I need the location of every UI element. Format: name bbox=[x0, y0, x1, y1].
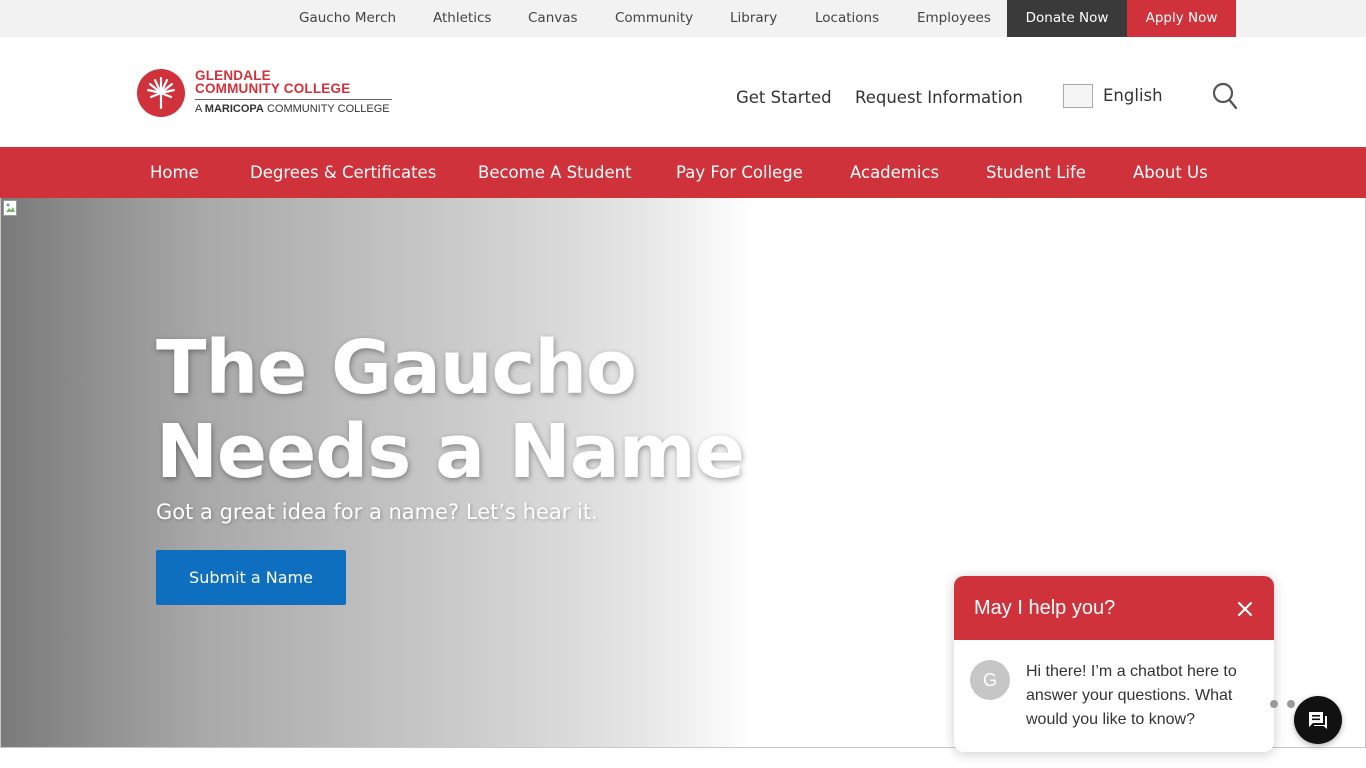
nav-item-student-life[interactable]: Student Life bbox=[986, 147, 1086, 198]
logo-line-2: COMMUNITY COLLEGE bbox=[195, 81, 351, 96]
apply-button[interactable]: Apply Now bbox=[1127, 0, 1236, 37]
chat-header: May I help you? bbox=[954, 576, 1274, 640]
main-nav: Home Degrees & Certificates Become A Stu… bbox=[0, 147, 1366, 198]
logo-line-3: A MARICOPA COMMUNITY COLLEGE bbox=[195, 103, 390, 115]
college-logo[interactable]: GLENDALE COMMUNITY COLLEGE A MARICOPA CO… bbox=[137, 68, 397, 118]
submit-a-name-button[interactable]: Submit a Name bbox=[156, 550, 346, 605]
logo-divider bbox=[195, 99, 392, 100]
chat-title: May I help you? bbox=[974, 597, 1116, 619]
request-information-link[interactable]: Request Information bbox=[855, 88, 1023, 107]
broken-image-icon bbox=[3, 200, 19, 216]
language-flag-icon[interactable] bbox=[1063, 84, 1093, 108]
nav-item-become-a-student[interactable]: Become A Student bbox=[478, 147, 632, 198]
chatbot-avatar: G bbox=[970, 660, 1010, 700]
hero-subtitle: Got a great idea for a name? Let’s hear … bbox=[156, 500, 598, 524]
typing-dots-icon bbox=[1268, 700, 1298, 710]
nav-item-home[interactable]: Home bbox=[150, 147, 199, 198]
site-header: GLENDALE COMMUNITY COLLEGE A MARICOPA CO… bbox=[0, 37, 1366, 147]
language-selector[interactable]: English bbox=[1103, 86, 1163, 105]
chat-widget: May I help you? G Hi there! I’m a chatbo… bbox=[954, 576, 1274, 752]
donate-button[interactable]: Donate Now bbox=[1007, 0, 1127, 37]
utility-link-library[interactable]: Library bbox=[730, 0, 777, 37]
nav-item-pay-for-college[interactable]: Pay For College bbox=[676, 147, 803, 198]
chat-message: Hi there! I’m a chatbot here to answer y… bbox=[1026, 663, 1237, 728]
utility-link-gaucho-merch[interactable]: Gaucho Merch bbox=[299, 0, 396, 37]
utility-link-community[interactable]: Community bbox=[615, 0, 693, 37]
utility-link-locations[interactable]: Locations bbox=[815, 0, 879, 37]
chat-bubble-icon[interactable] bbox=[1294, 696, 1342, 744]
utility-link-employees[interactable]: Employees bbox=[917, 0, 991, 37]
search-icon[interactable] bbox=[1212, 82, 1238, 110]
close-icon[interactable] bbox=[1236, 600, 1254, 618]
utility-link-athletics[interactable]: Athletics bbox=[433, 0, 491, 37]
nav-item-about-us[interactable]: About Us bbox=[1133, 147, 1208, 198]
nav-item-academics[interactable]: Academics bbox=[850, 147, 939, 198]
nav-item-degrees-certificates[interactable]: Degrees & Certificates bbox=[250, 147, 436, 198]
hero-title: The Gaucho Needs a Name bbox=[156, 325, 745, 495]
utility-bar: Gaucho Merch Athletics Canvas Community … bbox=[0, 0, 1366, 37]
palm-seal-icon bbox=[137, 69, 185, 117]
get-started-link[interactable]: Get Started bbox=[736, 88, 832, 107]
utility-link-canvas[interactable]: Canvas bbox=[528, 0, 578, 37]
